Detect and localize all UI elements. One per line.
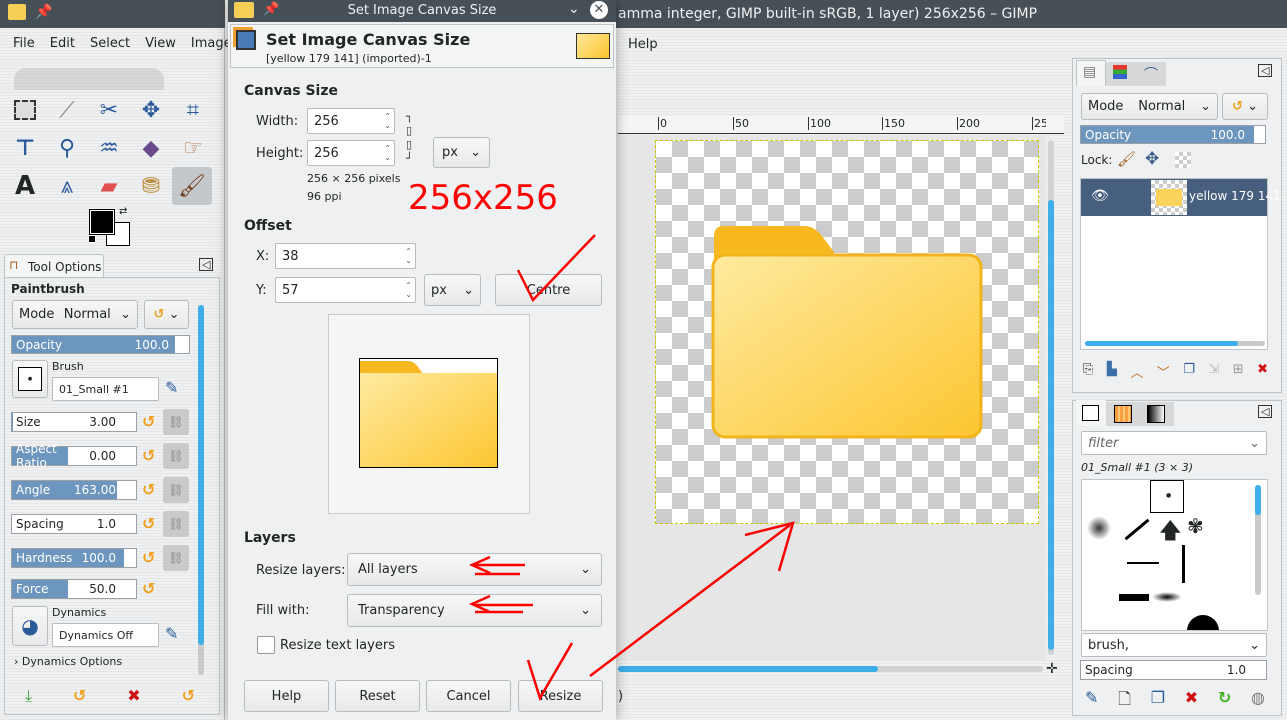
arrow-annotation: [468, 555, 525, 576]
checkmark-annotation: [526, 642, 574, 702]
arrow-annotation: [468, 594, 533, 614]
arrow-annotation: [589, 521, 795, 677]
checkmark-annotation: [516, 234, 596, 303]
red-annotations: [468, 234, 795, 702]
